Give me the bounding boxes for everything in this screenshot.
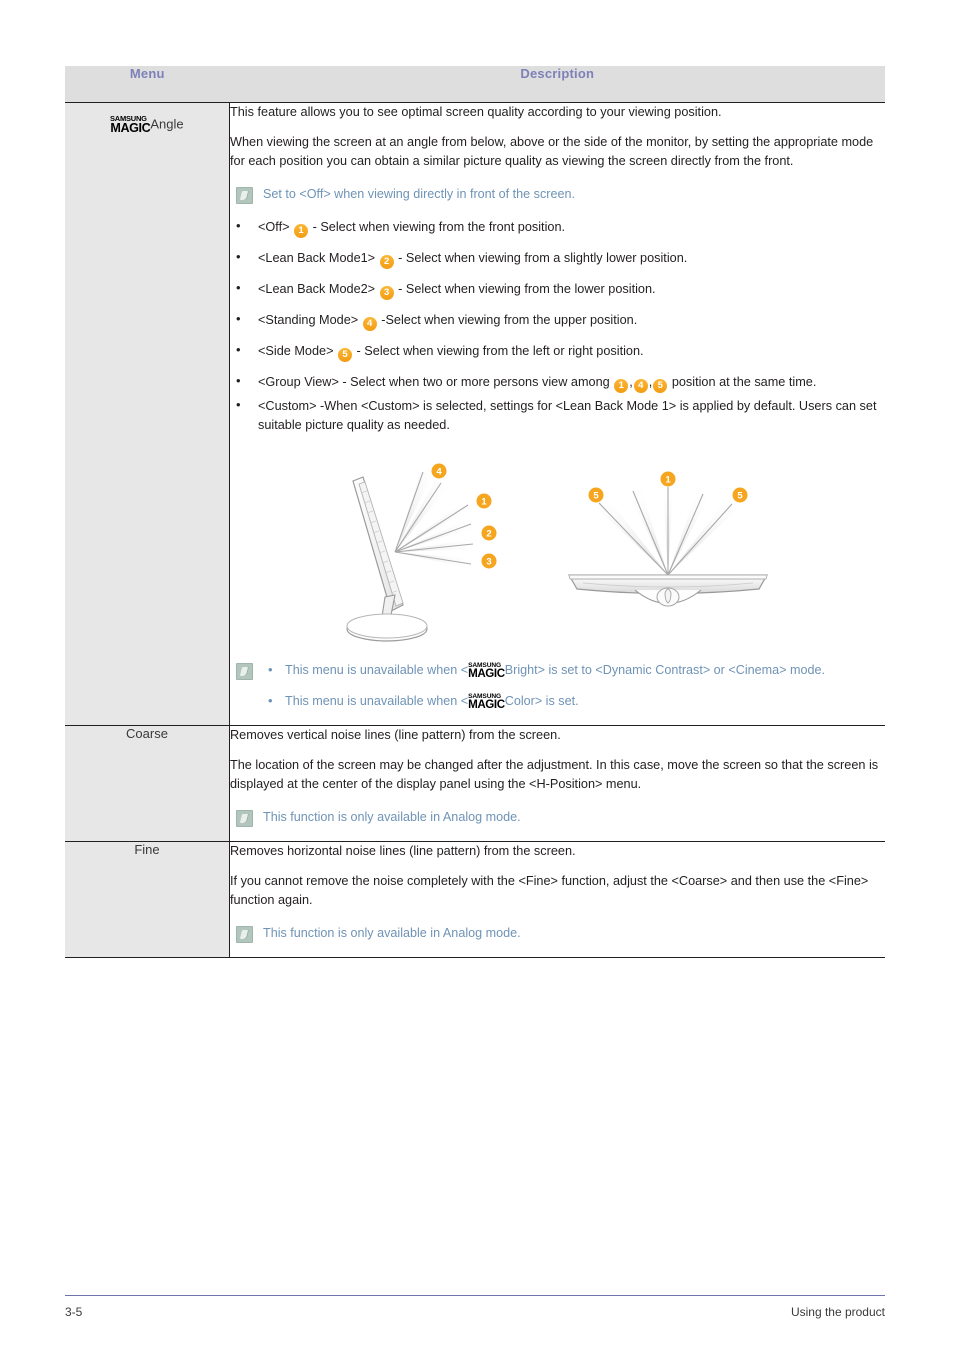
note-bullet-item: This menu is unavailable when <SAMSUNGMA… (263, 660, 825, 681)
paragraph: The location of the screen may be change… (230, 758, 879, 792)
group-view-text-before: - Select when two or more persons view a… (342, 375, 610, 390)
svg-text:3: 3 (486, 557, 491, 568)
note-block-bottom: This menu is unavailable when <SAMSUNGMA… (236, 660, 885, 712)
number-badge-icon: 2 (379, 255, 394, 270)
page-footer: 3-5 Using the product (65, 1295, 885, 1319)
menu-cell-coarse: Coarse (65, 725, 230, 843)
list-item: <Off> 1 - Select when viewing from the f… (230, 216, 885, 239)
number-badge-icon: 1 (614, 379, 629, 394)
table-row: Coarse Removes vertical noise lines (lin… (65, 725, 885, 843)
number-badge-icon: 3 (379, 286, 394, 301)
mode-description: -Select when viewing from the upper posi… (381, 313, 638, 328)
menu-label-angle: Angle (150, 116, 184, 132)
paragraph: If you cannot remove the noise completel… (230, 874, 869, 908)
note-block: This function is only available in Analo… (236, 924, 885, 944)
mode-label: <Off> (258, 220, 290, 235)
diagram-badge-1-center: 1 (660, 471, 676, 487)
number-badge-icon: 4 (362, 317, 377, 332)
number-badge-icon: 5 (653, 379, 668, 394)
svg-text:2: 2 (486, 529, 491, 540)
description-cell-magic-angle: This feature allows you to see optimal s… (229, 102, 885, 727)
note-text: Set to <Off> when viewing directly in fr… (263, 187, 575, 202)
list-item-group-view: <Group View> - Select when two or more p… (230, 371, 885, 394)
note-block: This function is only available in Analo… (236, 808, 885, 828)
note-text: This function is only available in Analo… (263, 926, 521, 941)
samsung-magic-logo: SAMSUNG MAGIC (110, 114, 151, 135)
diagram-badge-3: 3 (481, 553, 497, 569)
note-text-before: This menu is unavailable when < (285, 663, 469, 678)
footer-page-number: 3-5 (65, 1305, 83, 1319)
list-item: <Side Mode> 5 - Select when viewing from… (230, 340, 885, 363)
table-header-row: Menu Description (65, 66, 885, 103)
mode-label: <Standing Mode> (258, 313, 359, 328)
diagram-badge-5-left: 5 (588, 487, 604, 503)
paragraph: Removes horizontal noise lines (line pat… (230, 844, 576, 859)
table-row: SAMSUNG MAGIC Angle This feature allows … (65, 102, 885, 727)
group-view-text-after: position at the same time. (671, 375, 817, 390)
table-row: Fine Removes horizontal noise lines (lin… (65, 841, 885, 959)
viewing-mode-list: <Off> 1 - Select when viewing from the f… (230, 216, 885, 435)
number-badge-icon: 4 (633, 379, 648, 394)
note-pencil-icon (236, 187, 253, 205)
note-bullet-list: This menu is unavailable when <SAMSUNGMA… (263, 660, 825, 712)
list-item: <Lean Back Mode2> 3 - Select when viewin… (230, 278, 885, 301)
footer-section-title: Using the product (790, 1305, 885, 1319)
mode-description: - Select when viewing from the left or r… (356, 344, 644, 359)
samsung-magic-logo: SAMSUNG MAGIC (468, 662, 505, 681)
number-badge-icon: 5 (338, 348, 353, 363)
note-block-top: Set to <Off> when viewing directly in fr… (236, 185, 885, 205)
monitor-top-view-diagram: 5 1 5 (567, 471, 769, 607)
list-item: <Standing Mode> 4 -Select when viewing f… (230, 309, 885, 332)
note-pencil-icon (236, 810, 253, 828)
svg-text:1: 1 (481, 497, 487, 508)
diagram-badge-2: 2 (481, 525, 497, 541)
list-item-custom: <Custom> -When <Custom> is selected, set… (230, 395, 885, 435)
number-badge-icon: 1 (294, 224, 309, 239)
column-header-menu: Menu (65, 66, 230, 103)
mode-description: - Select when viewing from a slightly lo… (398, 251, 688, 266)
samsung-magic-logo: SAMSUNG MAGIC (468, 693, 505, 712)
note-text-after: Color> is set. (504, 694, 579, 709)
settings-table: Menu Description SAMSUNG MAGIC Angle Thi… (65, 66, 885, 959)
paragraph: This feature allows you to see optimal s… (230, 105, 722, 119)
menu-cell-magic-angle: SAMSUNG MAGIC Angle (65, 102, 230, 727)
mode-label: <Side Mode> (258, 344, 334, 359)
note-pencil-icon (236, 926, 253, 944)
description-cell-fine: Removes horizontal noise lines (line pat… (229, 841, 885, 959)
viewing-angle-diagrams: 4 1 2 3 5 1 5 (230, 457, 885, 647)
paragraph: Removes vertical noise lines (line patte… (230, 728, 561, 743)
note-text: This function is only available in Analo… (263, 810, 521, 825)
mode-description: - Select when viewing from the lower pos… (398, 282, 656, 297)
menu-cell-fine: Fine (65, 841, 230, 959)
note-pencil-icon (236, 663, 253, 681)
note-bullet-item: This menu is unavailable when <SAMSUNGMA… (263, 691, 825, 712)
mode-label: <Lean Back Mode1> (258, 251, 376, 266)
monitor-side-view-diagram: 4 1 2 3 (346, 463, 497, 642)
mode-description: - Select when viewing from the front pos… (312, 220, 566, 235)
mode-label: <Lean Back Mode2> (258, 282, 376, 297)
svg-text:5: 5 (737, 491, 743, 502)
svg-text:4: 4 (436, 467, 442, 478)
diagram-badge-4: 4 (431, 463, 447, 479)
svg-text:5: 5 (593, 491, 599, 502)
paragraph: When viewing the screen at an angle from… (230, 135, 874, 169)
diagram-badge-1: 1 (476, 493, 492, 509)
diagram-badge-5-right: 5 (732, 487, 748, 503)
list-item: <Lean Back Mode1> 2 - Select when viewin… (230, 247, 885, 270)
description-cell-coarse: Removes vertical noise lines (line patte… (229, 725, 885, 843)
column-header-description: Description (229, 66, 885, 103)
note-text-after: Bright> is set to <Dynamic Contrast> or … (504, 663, 825, 678)
note-text-before: This menu is unavailable when < (285, 694, 469, 709)
mode-label: <Group View> (258, 375, 339, 390)
svg-text:1: 1 (665, 475, 671, 486)
